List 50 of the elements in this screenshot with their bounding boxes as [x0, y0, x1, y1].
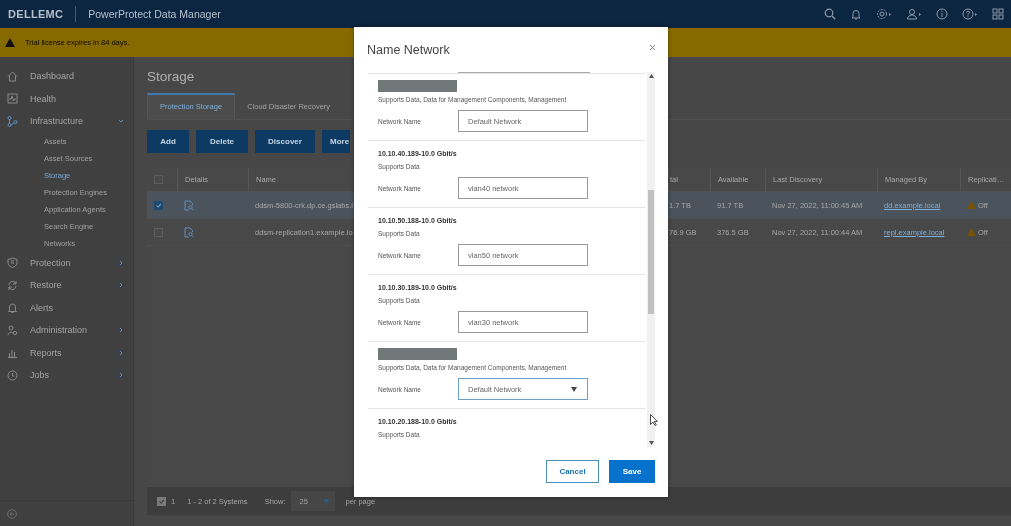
usergear-icon [7, 324, 18, 336]
bell-icon[interactable] [850, 8, 862, 20]
home-icon [7, 70, 18, 82]
user-icon[interactable] [906, 8, 922, 20]
action-button[interactable]: Discover [255, 130, 315, 153]
nav-item[interactable]: Jobs [0, 364, 133, 387]
save-button[interactable]: Save [609, 459, 655, 483]
logo: DELLEMC [8, 8, 64, 20]
product-name: PowerProtect Data Manager [88, 8, 221, 20]
warning-icon [967, 201, 976, 209]
nav-item[interactable]: Administration [0, 319, 133, 342]
apps-grid-icon[interactable] [992, 8, 1004, 20]
scroll-up-icon[interactable] [648, 74, 654, 78]
nav-item[interactable]: Infrastructure [0, 110, 133, 133]
warning-icon [967, 228, 976, 236]
nav-item[interactable]: Reports [0, 341, 133, 364]
nav-item[interactable]: Alerts [0, 296, 133, 319]
info-icon[interactable] [936, 8, 948, 20]
clock-icon [7, 369, 18, 381]
close-icon[interactable] [649, 44, 656, 51]
bars-icon [7, 347, 18, 359]
nav-item[interactable]: Dashboard [0, 65, 133, 88]
sync-icon [7, 279, 18, 291]
caret-icon [323, 498, 331, 504]
action-button[interactable]: Delete [196, 130, 248, 153]
nav-item[interactable]: Protection [0, 251, 133, 274]
scrollbar[interactable] [647, 72, 655, 447]
nav-item[interactable]: Health [0, 87, 133, 110]
pulse-icon [7, 93, 18, 105]
nav-item[interactable]: Restore [0, 274, 133, 297]
shield-icon [7, 257, 18, 269]
scroll-down-icon[interactable] [648, 441, 654, 445]
collapse-icon[interactable] [7, 508, 17, 519]
nodes-icon [7, 115, 18, 127]
details-icon[interactable] [184, 226, 194, 238]
bell-icon [7, 302, 18, 314]
settings-icon[interactable] [876, 8, 892, 20]
action-button[interactable]: Add [147, 130, 189, 153]
details-icon[interactable] [184, 199, 194, 211]
cursor-icon [650, 414, 658, 426]
warning-icon [5, 38, 15, 47]
caret-icon [571, 386, 577, 392]
search-icon[interactable] [824, 8, 836, 20]
cancel-button[interactable]: Cancel [546, 459, 599, 483]
action-button[interactable]: More [322, 130, 351, 153]
help-icon[interactable] [962, 8, 978, 20]
dialog-title: Name Network [367, 42, 451, 57]
checkbox[interactable] [157, 496, 166, 506]
checkbox[interactable] [154, 200, 163, 210]
page-title: Storage [147, 69, 195, 85]
